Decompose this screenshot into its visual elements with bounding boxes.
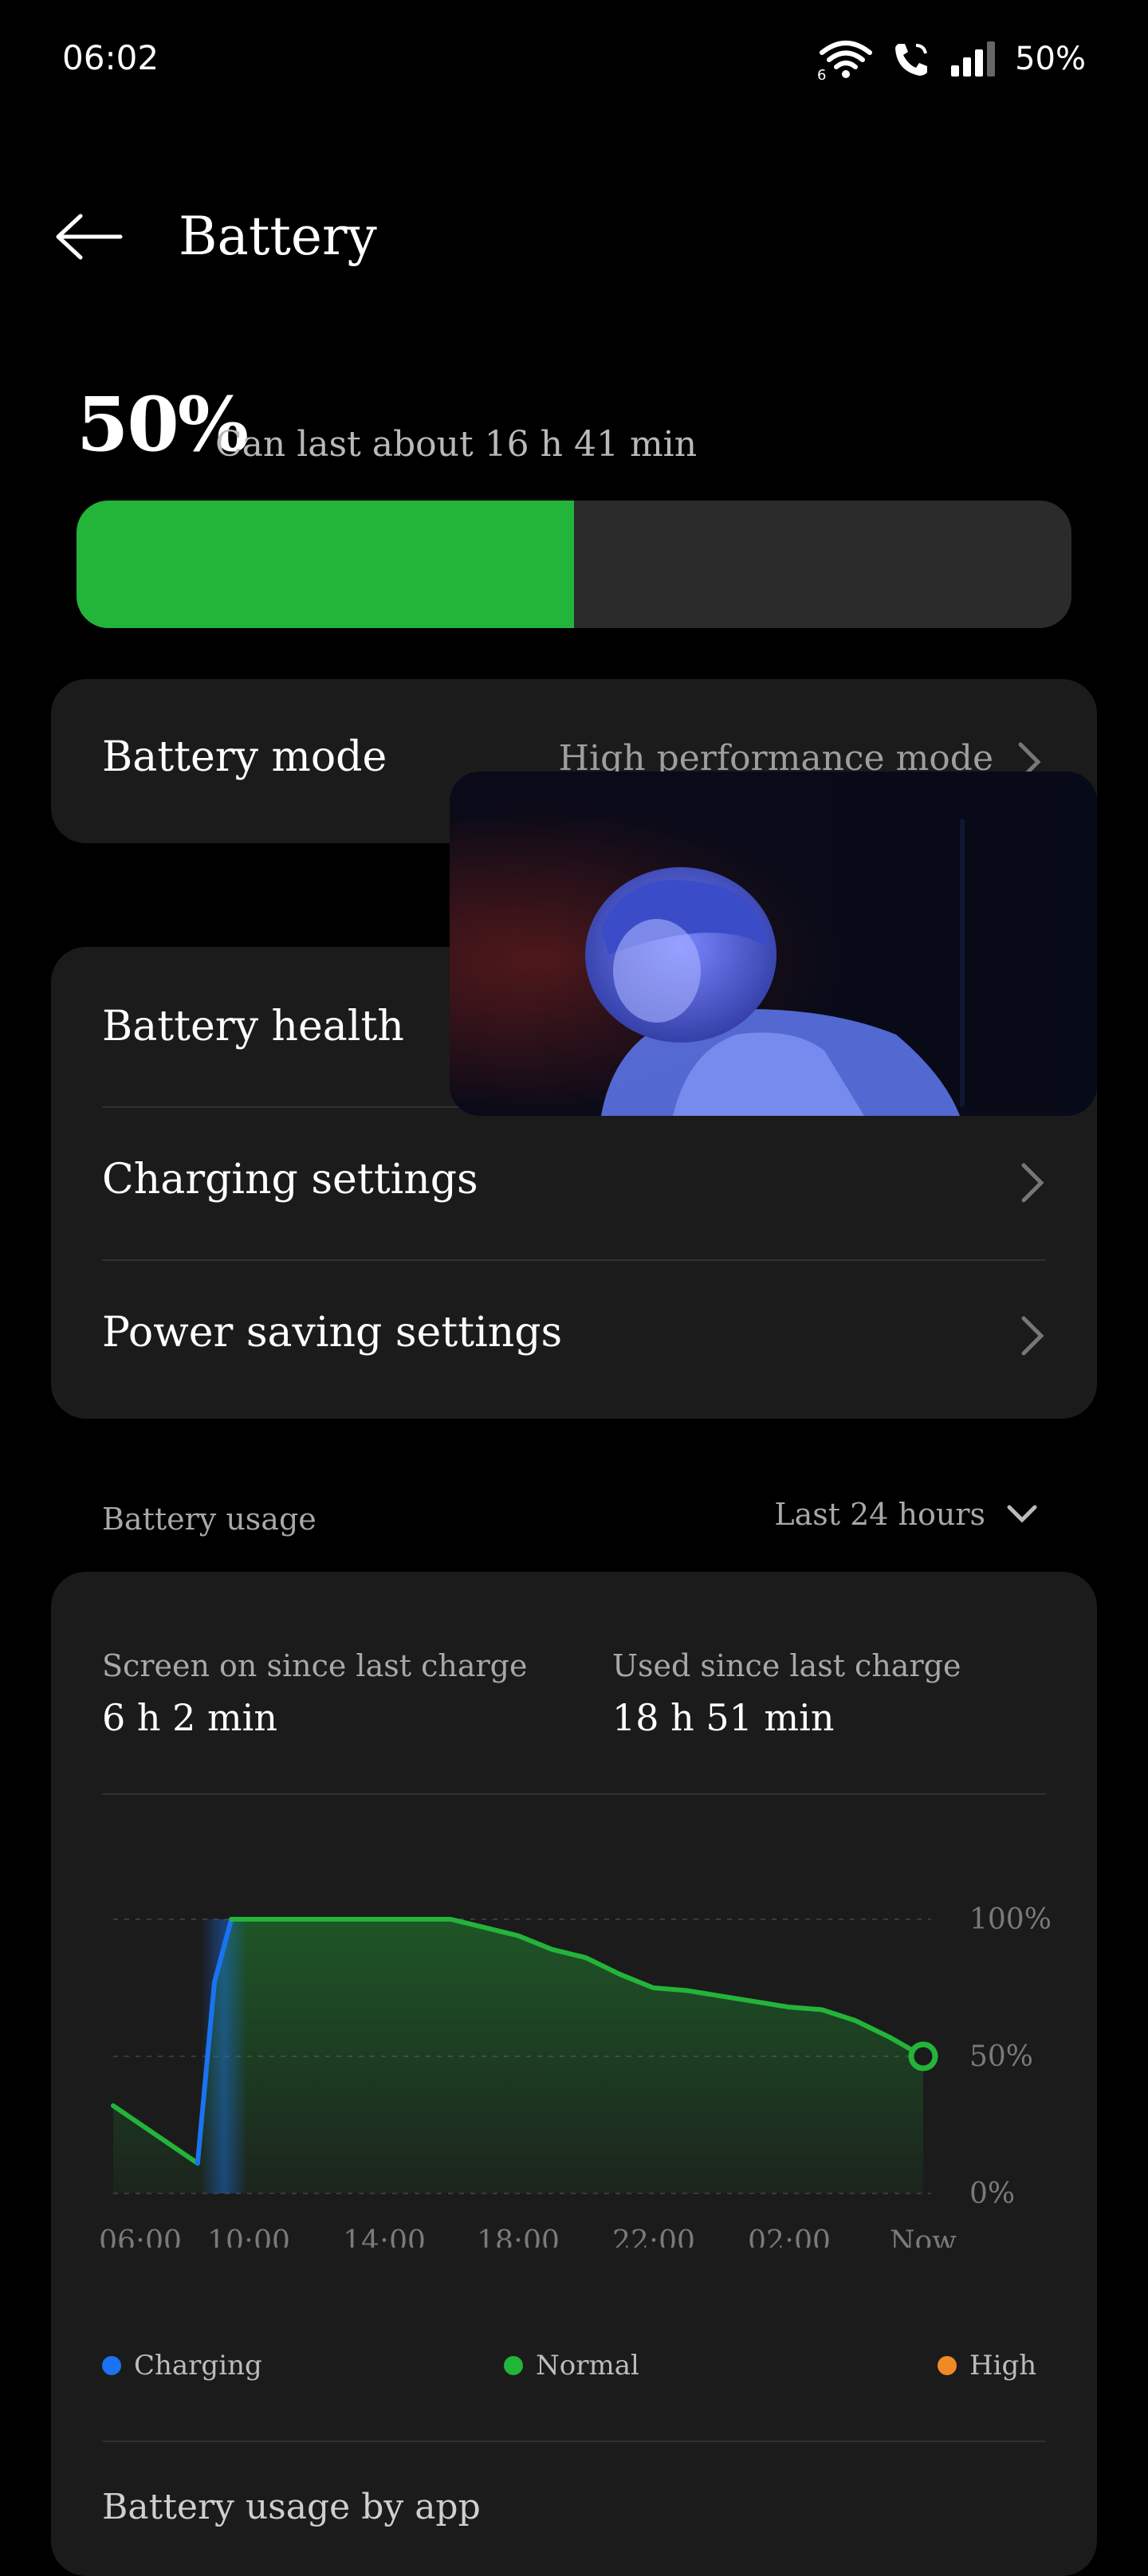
time-range-value: Last 24 hours: [774, 1497, 985, 1532]
battery-level-chart: 100% 50% 0% 06:00 10:00 14:00 18:00 22:00 02:00…: [99, 1903, 1052, 2248]
divider: [102, 1793, 1046, 1795]
signal-icon: [949, 41, 997, 77]
status-icons: 6 50%: [817, 38, 1086, 80]
status-battery-text: 50%: [1015, 41, 1086, 77]
legend-swatch-high: [938, 2356, 957, 2375]
chart-x-tick-label: 10:00: [207, 2225, 290, 2248]
time-range-dropdown[interactable]: Last 24 hours: [774, 1497, 1038, 1532]
wifi-icon: 6: [817, 38, 875, 80]
video-frame-image: [450, 772, 1097, 1116]
chart-y-tick-label: 0%: [969, 2177, 1015, 2210]
legend-swatch-normal: [504, 2356, 523, 2375]
status-time: 06:02: [62, 38, 159, 77]
charging-settings-label: Charging settings: [102, 1156, 478, 1204]
back-arrow-icon: [56, 214, 123, 260]
used-since-label: Used since last charge: [612, 1648, 961, 1683]
chart-y-tick-label: 50%: [969, 2040, 1033, 2073]
battery-level-fill: [77, 501, 574, 628]
legend-label-high: High: [969, 2350, 1037, 2382]
chart-x-tick-label: 18:00: [477, 2225, 560, 2248]
page-title: Battery: [179, 206, 377, 267]
battery-usage-section-label: Battery usage: [102, 1502, 316, 1537]
screen-on-value: 6 h 2 min: [102, 1696, 277, 1739]
chart-x-tick-label: Now: [890, 2225, 957, 2248]
chart-x-tick-label: 22:00: [612, 2225, 695, 2248]
legend-label-normal: Normal: [536, 2350, 639, 2382]
chart-x-tick-label: 02:00: [748, 2225, 831, 2248]
battery-mode-label: Battery mode: [102, 733, 387, 781]
screen-on-label: Screen on since last charge: [102, 1648, 528, 1683]
battery-health-label: Battery health: [102, 1003, 404, 1050]
picture-in-picture-video[interactable]: [450, 772, 1097, 1116]
back-button[interactable]: [49, 201, 129, 273]
chart-y-tick-label: 100%: [969, 1903, 1052, 1936]
used-since-value: 18 h 51 min: [612, 1696, 835, 1739]
divider: [102, 2441, 1046, 2442]
legend-normal: Normal: [504, 2350, 639, 2382]
battery-estimate: Can last about 16 h 41 min: [215, 424, 698, 465]
legend-charging: Charging: [102, 2350, 262, 2382]
chevron-right-icon: [1021, 1316, 1044, 1356]
legend-swatch-charging: [102, 2356, 121, 2375]
chevron-right-icon: [1021, 1163, 1044, 1203]
battery-level-bar: [77, 501, 1071, 628]
chevron-down-icon: [1007, 1505, 1037, 1523]
power-saving-settings-label: Power saving settings: [102, 1309, 563, 1357]
legend-label-charging: Charging: [134, 2350, 262, 2382]
wifi-calling-icon: [892, 39, 932, 79]
legend-high: High: [938, 2350, 1036, 2382]
chart-x-tick-label: 14:00: [343, 2225, 426, 2248]
svg-text:6: 6: [817, 67, 826, 80]
chart-current-point: [908, 2041, 938, 2071]
chart-x-tick-label: 06:00: [99, 2225, 182, 2248]
battery-usage-by-app-heading: Battery usage by app: [102, 2487, 481, 2527]
